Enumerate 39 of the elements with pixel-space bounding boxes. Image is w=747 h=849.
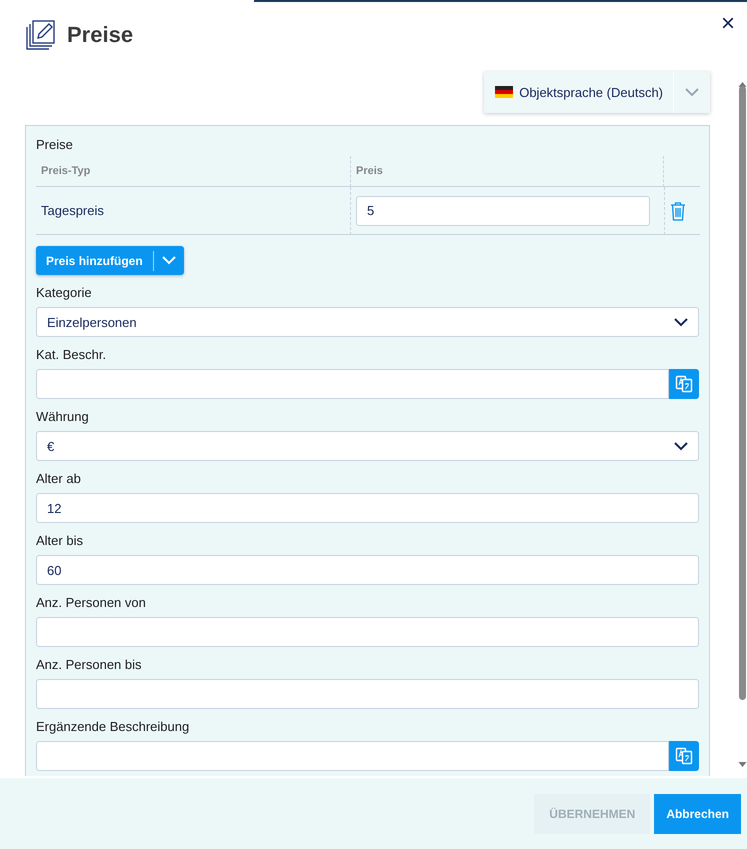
field-value: Einzelpersonen bbox=[47, 314, 137, 330]
edit-icon bbox=[25, 19, 57, 51]
translate-button[interactable] bbox=[669, 369, 699, 399]
field-label: Anz. Personen bis bbox=[36, 656, 142, 674]
field-label: Alter bis bbox=[36, 532, 83, 550]
translate-icon bbox=[675, 747, 693, 765]
price-field[interactable]: 5 bbox=[356, 196, 650, 226]
input-field[interactable] bbox=[36, 679, 699, 709]
trash-icon[interactable] bbox=[670, 200, 686, 220]
chevron-down-icon bbox=[674, 318, 688, 326]
input-field[interactable]: 60 bbox=[36, 555, 699, 585]
input-field[interactable] bbox=[36, 617, 699, 647]
column-header: Preis-Typ bbox=[41, 165, 90, 177]
table-cell: Tagespreis bbox=[41, 203, 104, 218]
chevron-down-icon bbox=[674, 442, 688, 450]
select-field[interactable]: Einzelpersonen bbox=[36, 307, 699, 337]
translate-button[interactable] bbox=[669, 741, 699, 771]
close-button[interactable]: × bbox=[720, 12, 735, 36]
field-label: Währung bbox=[36, 408, 89, 426]
field-label: Alter ab bbox=[36, 470, 81, 488]
field-value: 60 bbox=[47, 562, 62, 578]
language-dropdown[interactable]: Objektsprache (Deutsch) bbox=[484, 71, 710, 113]
flag-icon bbox=[495, 86, 514, 98]
dialog-title: Preise bbox=[67, 22, 134, 48]
field-label: Kat. Beschr. bbox=[36, 346, 106, 364]
translate-icon bbox=[675, 375, 693, 393]
field-value: € bbox=[47, 438, 54, 454]
input-field[interactable] bbox=[36, 369, 669, 399]
input-field[interactable] bbox=[36, 741, 669, 771]
chevron-down-icon bbox=[685, 88, 699, 96]
section-title: Preise bbox=[36, 136, 73, 154]
field-value: 12 bbox=[47, 500, 62, 516]
field-label: Ergänzende Beschreibung bbox=[36, 718, 190, 736]
field-label: Anz. Personen von bbox=[36, 594, 146, 612]
chevron-down-icon bbox=[162, 256, 176, 265]
column-header: Preis bbox=[356, 165, 383, 177]
field-label: Kategorie bbox=[36, 284, 92, 302]
select-field[interactable]: € bbox=[36, 431, 699, 461]
input-field[interactable]: 12 bbox=[36, 493, 699, 523]
